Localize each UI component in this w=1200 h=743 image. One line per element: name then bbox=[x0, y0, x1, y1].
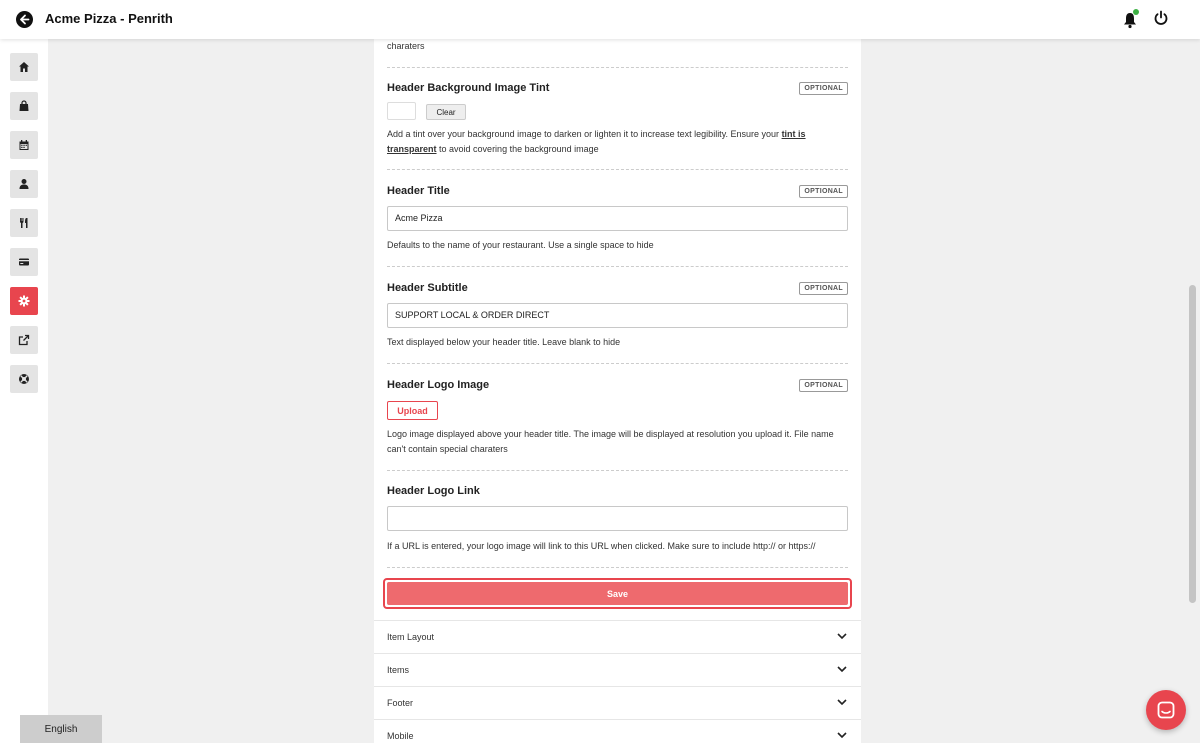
tint-help: Add a tint over your background image to… bbox=[387, 127, 848, 157]
sidebar-item-bookings[interactable] bbox=[10, 131, 38, 159]
optional-badge: OPTIONAL bbox=[799, 82, 848, 95]
sidebar-item-orders[interactable] bbox=[10, 92, 38, 120]
tint-label: Header Background Image Tint bbox=[387, 82, 550, 94]
chat-support-button[interactable] bbox=[1146, 690, 1186, 730]
settings-panel: charaters Header Background Image Tint O… bbox=[374, 39, 861, 743]
sidebar bbox=[0, 39, 48, 743]
optional-badge: OPTIONAL bbox=[799, 282, 848, 295]
app-title: Acme Pizza - Penrith bbox=[45, 11, 173, 26]
optional-badge: OPTIONAL bbox=[799, 379, 848, 392]
divider bbox=[387, 67, 848, 68]
language-selector[interactable]: English bbox=[20, 715, 102, 743]
upload-logo-button[interactable]: Upload bbox=[387, 401, 438, 420]
header-title-input[interactable]: Acme Pizza bbox=[387, 206, 848, 231]
header-logo-image-help: Logo image displayed above your header t… bbox=[387, 429, 834, 454]
sidebar-item-billing[interactable] bbox=[10, 248, 38, 276]
section-label: Footer bbox=[387, 698, 414, 708]
lifebuoy-icon bbox=[19, 374, 29, 384]
chevron-down-icon bbox=[837, 699, 847, 706]
divider bbox=[387, 363, 848, 364]
utensils-icon bbox=[19, 218, 28, 228]
clear-tint-button[interactable]: Clear bbox=[426, 104, 466, 120]
header-subtitle-input[interactable]: SUPPORT LOCAL & ORDER DIRECT bbox=[387, 303, 848, 328]
notification-dot bbox=[1133, 9, 1139, 15]
credit-card-icon bbox=[19, 258, 29, 266]
home-icon bbox=[19, 62, 29, 72]
header-subtitle-help: Text displayed below your header title. … bbox=[387, 337, 621, 347]
section-item-layout[interactable]: Item Layout bbox=[374, 620, 861, 653]
sidebar-item-home[interactable] bbox=[10, 53, 38, 81]
chevron-down-icon bbox=[837, 732, 847, 739]
power-icon[interactable] bbox=[1153, 10, 1171, 28]
header-logo-link-help: If a URL is entered, your logo image wil… bbox=[387, 541, 816, 551]
page-scrollbar[interactable] bbox=[1189, 285, 1196, 603]
section-label: Mobile bbox=[387, 731, 414, 741]
section-label: Items bbox=[387, 665, 410, 675]
gear-icon bbox=[18, 295, 30, 307]
calendar-icon bbox=[19, 140, 29, 150]
sidebar-item-customers[interactable] bbox=[10, 170, 38, 198]
sidebar-item-settings[interactable] bbox=[10, 287, 38, 315]
chevron-down-icon bbox=[837, 633, 847, 640]
header-logo-link-label: Header Logo Link bbox=[387, 485, 480, 497]
save-button-label: Save bbox=[387, 582, 848, 605]
tint-help-text-end: to avoid covering the background image bbox=[439, 144, 599, 154]
sidebar-item-support[interactable] bbox=[10, 365, 38, 393]
top-bar: Acme Pizza - Penrith bbox=[0, 0, 1200, 39]
tint-help-text: Add a tint over your background image to… bbox=[387, 129, 780, 139]
section-mobile[interactable]: Mobile bbox=[374, 719, 861, 743]
header-title-help: Defaults to the name of your restaurant.… bbox=[387, 240, 654, 250]
divider bbox=[387, 470, 848, 471]
chat-icon bbox=[1157, 701, 1175, 719]
optional-badge: OPTIONAL bbox=[799, 185, 848, 198]
shopping-bag-icon bbox=[19, 100, 29, 111]
notification-bell-icon[interactable] bbox=[1121, 9, 1141, 29]
save-button[interactable]: Save bbox=[383, 578, 852, 609]
header-logo-link-input[interactable] bbox=[387, 506, 848, 531]
header-logo-image-label: Header Logo Image bbox=[387, 379, 490, 391]
section-items[interactable]: Items bbox=[374, 653, 861, 686]
tint-color-swatch[interactable] bbox=[387, 102, 416, 120]
divider bbox=[387, 567, 848, 568]
sidebar-item-website[interactable] bbox=[10, 326, 38, 354]
previous-field-help: charaters bbox=[387, 41, 425, 51]
section-label: Item Layout bbox=[387, 632, 435, 642]
sidebar-item-menus[interactable] bbox=[10, 209, 38, 237]
chevron-down-icon bbox=[837, 666, 847, 673]
user-icon bbox=[19, 179, 29, 189]
external-link-icon bbox=[18, 334, 30, 346]
header-subtitle-label: Header Subtitle bbox=[387, 282, 468, 294]
section-footer[interactable]: Footer bbox=[374, 686, 861, 719]
divider bbox=[387, 266, 848, 267]
header-title-label: Header Title bbox=[387, 185, 450, 197]
back-arrow-icon[interactable] bbox=[16, 11, 33, 28]
divider bbox=[387, 169, 848, 170]
